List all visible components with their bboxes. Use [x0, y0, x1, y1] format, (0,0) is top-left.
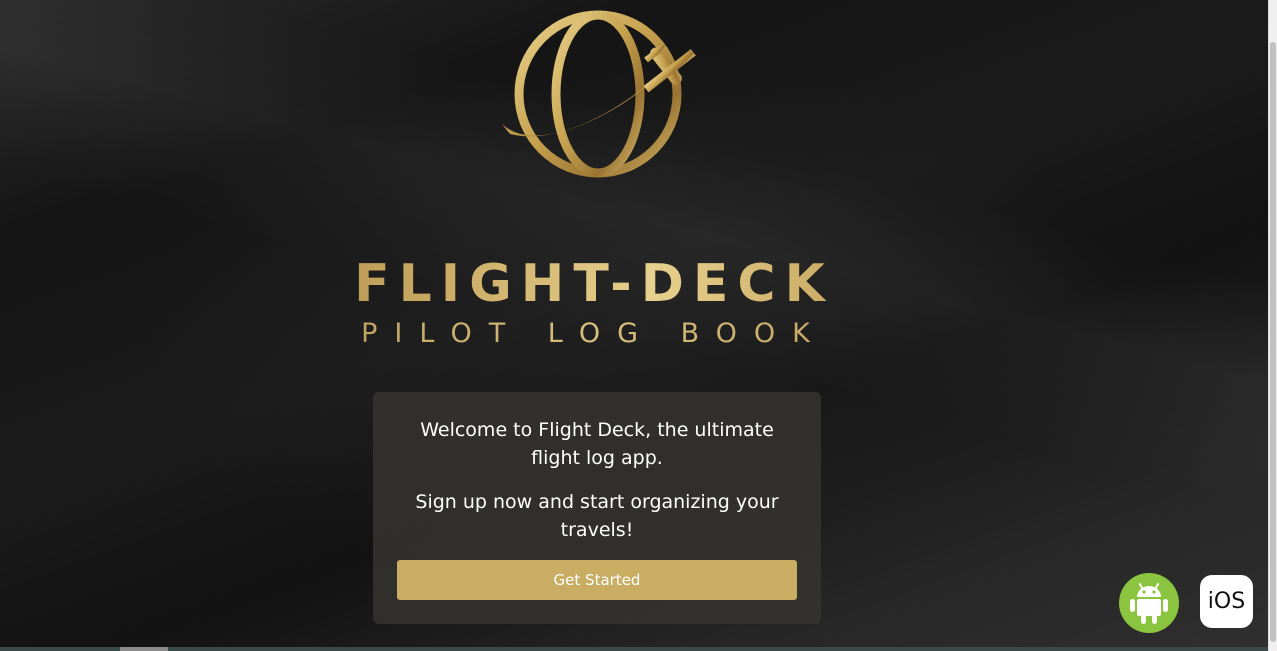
ios-label: iOS	[1207, 589, 1246, 614]
welcome-card: Welcome to Flight Deck, the ultimate fli…	[373, 392, 821, 624]
horizontal-scrollbar-thumb[interactable]	[120, 647, 168, 651]
android-app-button[interactable]	[1119, 573, 1179, 633]
landing-page: FLIGHT-DECK PILOT LOG BOOK Welcome to Fl…	[0, 0, 1268, 647]
scrollbar-thumb[interactable]	[1270, 42, 1276, 642]
get-started-button[interactable]: Get Started	[397, 560, 797, 600]
globe-airplane-logo-icon	[502, 10, 696, 178]
ios-app-button[interactable]: iOS	[1200, 575, 1253, 628]
signup-message: Sign up now and start organizing your tr…	[415, 491, 779, 541]
welcome-message: Welcome to Flight Deck, the ultimate fli…	[420, 419, 774, 469]
vertical-scrollbar[interactable]	[1268, 0, 1277, 651]
brand-title: FLIGHT-DECK	[0, 252, 1188, 316]
android-icon	[1130, 582, 1168, 624]
brand-subtitle: PILOT LOG BOOK	[0, 316, 1188, 352]
horizontal-scrollbar[interactable]	[0, 647, 1268, 651]
